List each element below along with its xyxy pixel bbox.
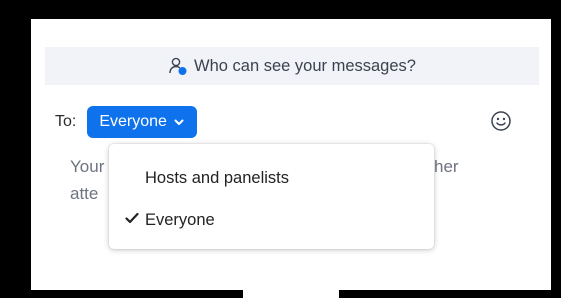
recipient-dropdown-menu: Hosts and panelists Everyone	[109, 144, 434, 249]
placeholder-line1-end: her	[434, 157, 459, 176]
black-frame-bottom-left	[0, 290, 243, 298]
privacy-info-text: Who can see your messages?	[194, 56, 416, 75]
placeholder-line2: atte	[70, 184, 99, 203]
recipient-value: Everyone	[99, 113, 167, 130]
recipient-row: To: Everyone	[55, 105, 197, 139]
dropdown-item-everyone[interactable]: Everyone	[109, 202, 434, 238]
black-frame-bottom-right	[339, 290, 561, 298]
chevron-down-icon	[173, 116, 185, 128]
emoji-button[interactable]	[489, 110, 513, 137]
dropdown-item-hosts-and-panelists[interactable]: Hosts and panelists	[109, 160, 434, 196]
black-frame-top	[0, 0, 561, 19]
privacy-info-bar[interactable]: Who can see your messages?	[45, 47, 539, 85]
black-frame-right	[551, 0, 561, 298]
placeholder-line1: Your	[70, 157, 105, 176]
dropdown-item-label: Hosts and panelists	[145, 168, 289, 187]
recipient-select-button[interactable]: Everyone	[87, 106, 197, 138]
smiley-icon	[490, 110, 512, 137]
people-icon	[168, 56, 188, 76]
checkmark-icon	[125, 211, 139, 230]
to-label: To:	[55, 113, 77, 130]
dropdown-item-label: Everyone	[145, 210, 215, 229]
black-frame-left	[0, 0, 31, 298]
